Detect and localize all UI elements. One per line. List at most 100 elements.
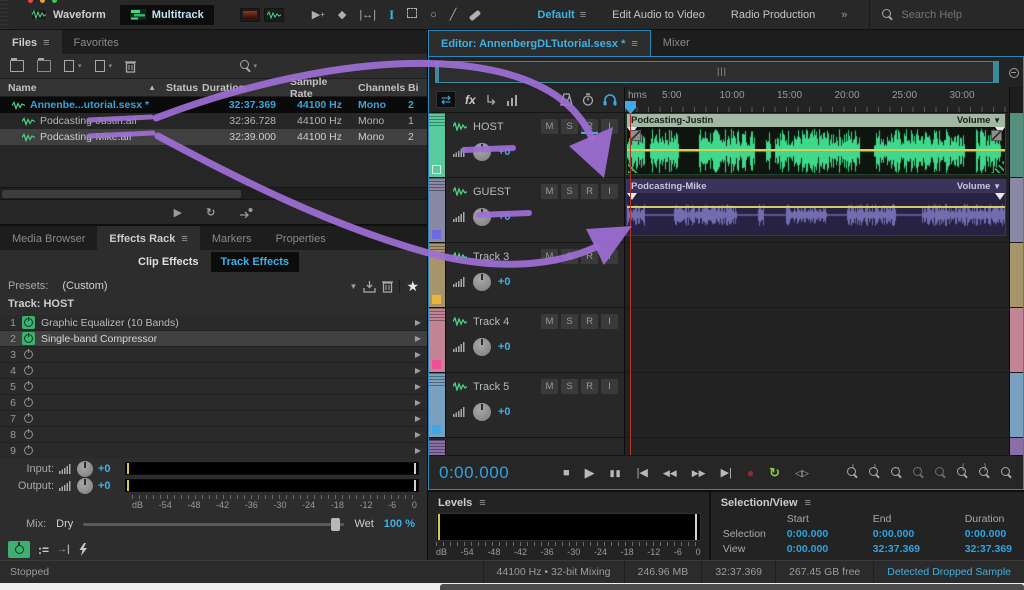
zoom-out-full-icon[interactable]: ↔ (913, 467, 925, 479)
output-gain-value[interactable]: +0 (98, 480, 116, 492)
go-to-end-button[interactable]: ▶| (721, 466, 732, 480)
go-to-start-button[interactable]: |◀ (637, 466, 648, 480)
insert-into-multitrack-icon[interactable] (95, 60, 105, 72)
scrollbar-track-segment[interactable] (1010, 438, 1023, 455)
tab-mixer[interactable]: Mixer (651, 30, 702, 56)
fade-in-handle[interactable] (630, 130, 641, 141)
sort-asc-icon[interactable]: ▲ (148, 83, 156, 92)
track-volume-knob[interactable] (473, 208, 491, 226)
col-duration[interactable]: Duration (198, 82, 276, 94)
scrollbar-track-segment[interactable] (1010, 373, 1023, 437)
new-file-icon[interactable] (64, 60, 74, 72)
import-file-icon[interactable] (37, 60, 51, 72)
effects-rack-menu-icon[interactable]: ≡ (181, 233, 187, 245)
monitor-headphones-icon[interactable] (603, 94, 617, 106)
rack-power-button[interactable] (8, 541, 30, 558)
pause-button[interactable]: ▮▮ (610, 466, 622, 480)
favorite-star-icon[interactable]: ★ (406, 278, 419, 295)
scrollbar-track-segment[interactable] (1010, 243, 1023, 307)
track-color-square[interactable] (432, 165, 441, 174)
solo-button[interactable]: S (561, 379, 578, 394)
multitrack-view-button[interactable]: Multitrack (120, 5, 214, 25)
file-row[interactable]: Podcasting-Mike.aif 32:39.000 44100 Hz M… (0, 129, 427, 145)
mute-button[interactable]: M (541, 379, 558, 394)
effect-slot-arrow-icon[interactable]: ▶ (415, 366, 421, 375)
effect-slot[interactable]: 9 ▶ (0, 443, 427, 458)
mute-button[interactable]: M (541, 249, 558, 264)
file-row[interactable]: Annenbe...utorial.sesx * 32:37.369 44100… (0, 97, 427, 113)
arm-record-button[interactable]: R (581, 379, 598, 394)
zoom-window-icon[interactable] (52, 0, 57, 3)
effect-slot-arrow-icon[interactable]: ▶ (415, 446, 421, 455)
scrollbar-track-segment[interactable] (1010, 113, 1023, 177)
save-preset-icon[interactable] (363, 280, 376, 293)
effect-slot-arrow-icon[interactable]: ▶ (415, 318, 421, 327)
track-name[interactable]: GUEST (473, 186, 511, 198)
track-lane-2[interactable]: Podcasting-Mike Volume ▼ (625, 178, 1009, 243)
play-button[interactable]: ▶ (585, 466, 595, 480)
workspace-default[interactable]: Default ≡ (537, 9, 586, 21)
effect-slot[interactable]: 4 ▶ (0, 363, 427, 378)
track-color-square[interactable] (432, 425, 441, 434)
fade-out-handle[interactable] (991, 130, 1002, 141)
workspace-radio-production[interactable]: Radio Production (731, 9, 815, 21)
selection-start-value[interactable]: 0:00.000 (787, 528, 873, 540)
search-help-input[interactable] (901, 9, 1021, 21)
lasso-selection-tool-icon[interactable]: ○ (430, 8, 437, 22)
workspace-menu-icon[interactable]: ≡ (580, 9, 586, 21)
navigator-zoom-knob-icon[interactable] (1007, 66, 1019, 78)
effects-list-icon[interactable]: := (38, 543, 49, 557)
lightning-icon[interactable] (78, 543, 88, 556)
track-volume-knob[interactable] (473, 403, 491, 421)
tab-files[interactable]: Files ≡ (0, 30, 62, 54)
workspace-edit-audio-to-video[interactable]: Edit Audio to Video (612, 9, 705, 21)
effect-power-icon[interactable] (22, 396, 35, 409)
slip-tool-icon[interactable]: |↔| (359, 8, 376, 22)
scrollbar-track-segment[interactable] (1010, 308, 1023, 372)
track-lane-5[interactable] (625, 373, 1009, 438)
waveform-view-button[interactable]: Waveform (21, 5, 116, 25)
arm-record-button[interactable]: R (581, 249, 598, 264)
input-gain-value[interactable]: +0 (98, 463, 116, 475)
track-header-partial[interactable] (429, 440, 624, 455)
effect-slot-arrow-icon[interactable]: ▶ (415, 414, 421, 423)
solo-button[interactable]: S (561, 314, 578, 329)
zoom-in-time-icon[interactable]: I (847, 467, 859, 479)
monitor-input-button[interactable]: I (601, 184, 618, 199)
record-button[interactable]: ● (747, 466, 754, 480)
track-color-square[interactable] (432, 360, 441, 369)
close-window-icon[interactable] (28, 0, 33, 3)
skip-selection-button[interactable]: ◁▷ (795, 466, 809, 480)
col-channels[interactable]: Channels (342, 82, 398, 94)
track-header[interactable]: Track 3 M S R I (429, 243, 624, 308)
effect-slot[interactable]: 5 ▶ (0, 379, 427, 394)
track-volume-knob[interactable] (473, 338, 491, 356)
zoom-in-amplitude-icon[interactable]: { (957, 467, 969, 479)
timeline-navigator[interactable]: ||| (435, 61, 999, 83)
track-lane-1[interactable]: Podcasting-Justin Volume ▼ (625, 113, 1009, 178)
col-status[interactable]: Status (160, 82, 198, 94)
volume-envelope-line[interactable] (627, 149, 1005, 151)
view-duration-value[interactable]: 32:37.369 (965, 543, 1012, 555)
effect-slot[interactable]: 1 Graphic Equalizer (10 Bands) ▶ (0, 315, 427, 330)
arm-record-button[interactable]: R (581, 314, 598, 329)
time-ruler[interactable]: hms 5:0010:0015:0020:0025:0030:00 (625, 87, 1009, 113)
envelope-keyframe-right[interactable] (995, 193, 1005, 200)
time-selection-tool-icon[interactable]: I (389, 8, 394, 22)
zoom-reset-icon[interactable] (1001, 467, 1013, 479)
track-header[interactable]: Track 5 M S R I (429, 373, 624, 438)
track-color-strip[interactable] (429, 440, 446, 455)
solo-button[interactable]: S (561, 119, 578, 134)
effect-power-icon[interactable] (22, 332, 35, 345)
view-end-value[interactable]: 32:37.369 (873, 543, 965, 555)
navigator-grip-icon[interactable]: ||| (717, 66, 727, 76)
zoom-out-time-icon[interactable]: I (869, 467, 881, 479)
clip-effects-tab[interactable]: Clip Effects (128, 252, 209, 272)
tab-editor-session[interactable]: Editor: AnnenbergDLTutorial.sesx * ≡ (428, 30, 651, 56)
effect-power-icon[interactable] (22, 348, 35, 361)
track-name[interactable]: Track 3 (473, 251, 509, 263)
volume-envelope-line[interactable] (627, 206, 1005, 208)
tab-properties[interactable]: Properties (264, 226, 338, 250)
spectral-display-button[interactable] (240, 8, 260, 22)
mute-button[interactable]: M (541, 184, 558, 199)
